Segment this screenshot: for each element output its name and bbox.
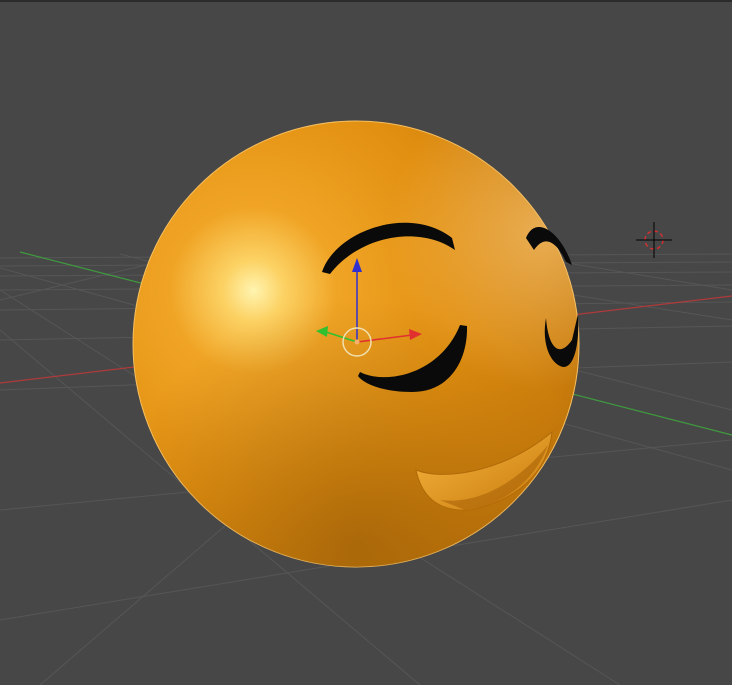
3d-cursor[interactable] xyxy=(636,222,672,258)
gizmo-pivot-dot xyxy=(354,339,360,345)
3d-viewport[interactable] xyxy=(0,0,732,685)
viewport-canvas[interactable] xyxy=(0,0,732,685)
